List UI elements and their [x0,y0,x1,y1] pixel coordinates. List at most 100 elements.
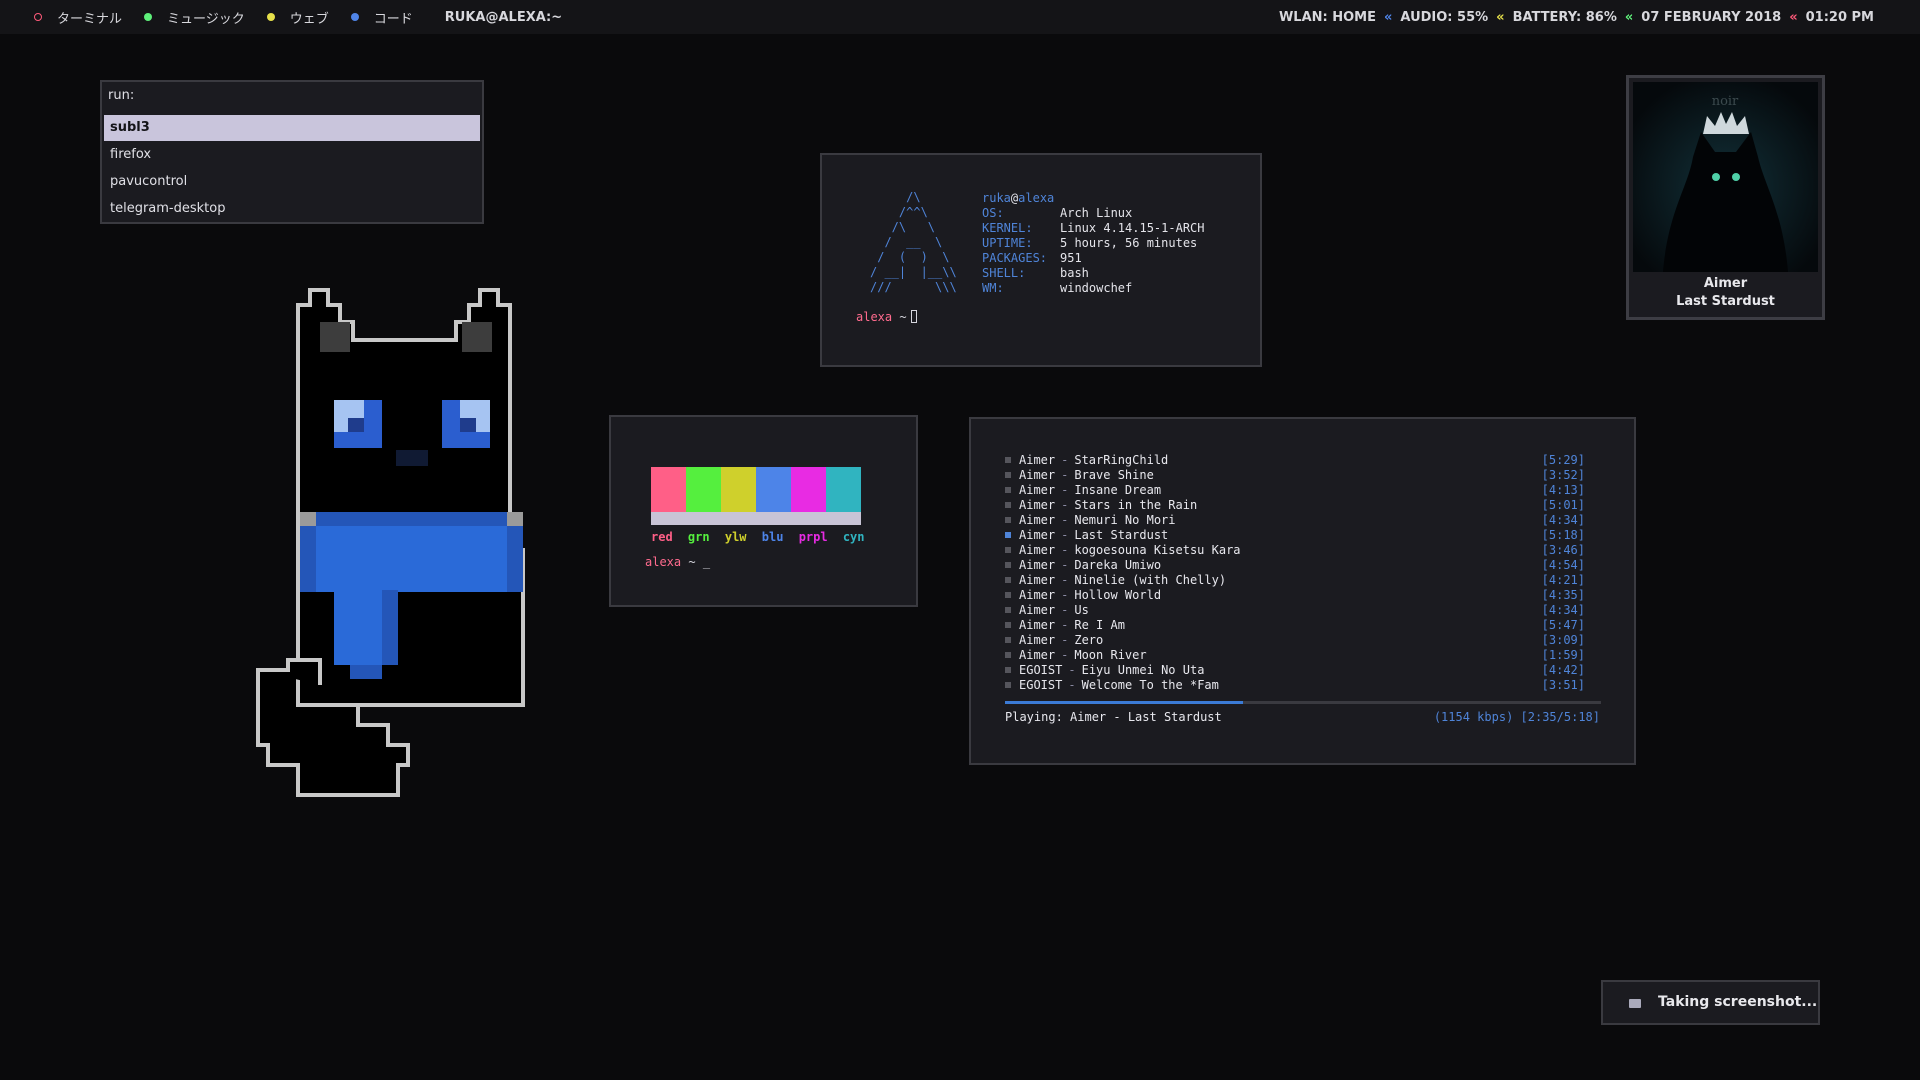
track-marker-icon [1005,667,1011,673]
separator: « [1624,9,1634,25]
track-marker-icon [1005,487,1011,493]
playlist-track[interactable]: EGOIST - Welcome To the *Fam [3:51] [1005,678,1585,693]
run-item-telegram-desktop[interactable]: telegram-desktop [104,196,480,222]
run-prompt[interactable]: run: [108,88,134,103]
swatch-bar [651,512,861,525]
swatch-red [651,467,686,512]
track-marker-icon [1005,622,1011,628]
battery-status: BATTERY: 86% [1512,9,1617,25]
keyboard-icon [1629,999,1641,1008]
info-row-uptime: UPTIME: 5 hours, 56 minutes [982,236,1198,250]
cover-text: noir [1712,94,1739,109]
track-marker-icon [1005,502,1011,508]
album-artist: Aimer [1703,276,1748,291]
playlist-track[interactable]: EGOIST - Eiyu Unmei No Uta [4:42] [1005,663,1585,678]
playlist-track[interactable]: Aimer - Brave Shine [3:52] [1005,468,1585,483]
playlist-track[interactable]: Aimer - Dareka Umiwo [4:54] [1005,558,1585,573]
workspace-2[interactable]: ミュージック [144,8,245,27]
run-item-firefox[interactable]: firefox [104,142,480,168]
track-title: StarRingChild [1074,453,1169,467]
playlist-track[interactable]: Aimer - Insane Dream [4:13] [1005,483,1585,498]
track-marker-icon [1005,592,1011,598]
swatch-label: ylw [724,530,747,544]
playlist-track[interactable]: Aimer - Us [4:34] [1005,603,1585,618]
track-separator: - [1061,558,1069,572]
workspace-label: コード [373,11,413,27]
track-duration: [3:09] [1541,633,1585,647]
terminal-fetch-window[interactable]: /\ /^^\ /\ \ / __ \ / ( ) \ / __| |__\\ … [820,153,1262,367]
track-artist: Aimer [1019,528,1056,542]
workspace-label: ウェブ [289,11,329,27]
playlist-track[interactable]: Aimer - Nemuri No Mori [4:34] [1005,513,1585,528]
playlist-track[interactable]: Aimer - Ninelie (with Chelly) [4:21] [1005,573,1585,588]
workspace-1[interactable]: ターミナル [34,8,122,27]
playlist-track[interactable]: Aimer - Stars in the Rain [5:01] [1005,498,1585,513]
music-player-window[interactable]: Aimer - StarRingChild [5:29] Aimer - Brave Shi… [969,417,1636,765]
playlist-track[interactable]: Aimer - kogoesouna Kisetsu Kara [3:46] [1005,543,1585,558]
playlist: Aimer - StarRingChild [5:29] Aimer - Brave Shi… [1005,453,1585,693]
swatch-cyan [826,467,861,512]
playback-progress-bar[interactable] [1005,701,1601,704]
separator: « [1789,9,1798,25]
run-item-pavucontrol[interactable]: pavucontrol [104,169,480,195]
shell-prompt[interactable]: alexa ~ [856,310,917,324]
track-title: Ninelie (with Chelly) [1074,573,1227,587]
black-cat-cover-image: noir [1633,82,1818,272]
workspace-dot-icon [34,13,42,21]
workspace-label: ミュージック [167,11,245,27]
terminal-colors-window[interactable]: red grn ylw blu prpl cyn alexa ~ _ [609,415,918,607]
track-marker-icon [1005,652,1011,658]
workspace-3[interactable]: ウェブ [266,8,329,27]
track-artist: Aimer [1019,603,1056,617]
track-marker-icon [1005,532,1011,538]
notification-toast[interactable]: Taking screenshot... [1601,980,1820,1025]
playlist-track[interactable]: Aimer - Hollow World [4:35] [1005,588,1585,603]
track-marker-icon [1005,577,1011,583]
track-title: Insane Dream [1074,483,1162,497]
workspace-4[interactable]: コード [350,8,413,27]
track-marker-icon [1005,547,1011,553]
info-row-os: OS: Arch Linux [982,206,1133,220]
playlist-track[interactable]: Aimer - Re I Am [5:47] [1005,618,1585,633]
color-swatches [651,467,861,512]
playlist-track[interactable]: Aimer - Moon River [1:59] [1005,648,1585,663]
track-separator: - [1061,633,1069,647]
swatch-green [686,467,721,512]
track-artist: EGOIST [1019,663,1063,677]
playlist-track[interactable]: Aimer - Zero [3:09] [1005,633,1585,648]
track-separator: - [1061,528,1069,542]
track-title: Moon River [1074,648,1147,662]
separator: « [1496,9,1505,25]
track-separator: - [1061,618,1069,632]
status-area: WLAN: HOME « AUDIO: 55% « BATTERY: 86% «… [1279,0,1874,34]
track-separator: - [1061,543,1069,557]
track-duration: [4:34] [1541,513,1585,527]
run-item-subl3[interactable]: subl3 [104,115,480,141]
track-separator: - [1068,678,1076,692]
playlist-track[interactable]: Aimer - StarRingChild [5:29] [1005,453,1585,468]
track-artist: Aimer [1019,633,1056,647]
swatch-label: prpl [798,530,828,544]
swatch-label: cyn [842,530,865,544]
top-bar: ターミナル ミュージック ウェブ コード RUKA@ALEXA:~ WLAN: … [0,0,1920,34]
track-duration: [4:21] [1541,573,1585,587]
system-info: ruka@alexa OS: Arch Linux KERNEL: Linux 4.… [982,191,1205,296]
track-marker-icon [1005,682,1011,688]
track-duration: [4:42] [1541,663,1585,677]
info-row-packages: PACKAGES: 951 [982,251,1082,265]
workspace-dot-icon [266,13,275,21]
track-duration: [4:13] [1541,483,1585,497]
track-separator: - [1061,468,1069,482]
playlist-track[interactable]: Aimer - Last Stardust [5:18] [1005,528,1585,543]
swatch-purple [791,467,826,512]
track-artist: Aimer [1019,468,1056,482]
track-duration: [3:46] [1541,543,1585,557]
swatch-blue [756,467,791,512]
shell-prompt[interactable]: alexa ~ _ [645,555,710,569]
track-duration: [4:54] [1541,558,1585,572]
track-marker-icon [1005,517,1011,523]
track-title: Welcome To the *Fam [1081,678,1219,692]
track-separator: - [1061,648,1069,662]
track-title: Nemuri No Mori [1074,513,1176,527]
now-playing: Playing: Aimer - Last Stardust [1005,710,1222,724]
